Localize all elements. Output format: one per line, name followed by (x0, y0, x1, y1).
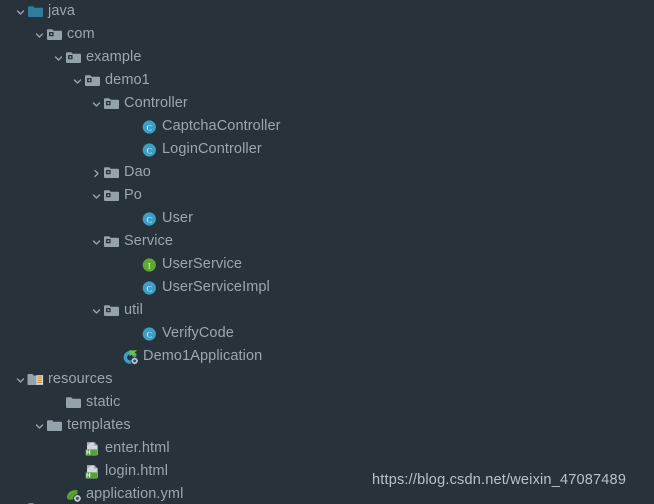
tree-row[interactable]: C VerifyCode (0, 322, 654, 345)
folder-gray-icon (46, 414, 63, 437)
file-tree[interactable]: javacomexampledemo1Controller C CaptchaCon… (0, 0, 654, 504)
java-class-icon: C (141, 115, 158, 138)
tree-row-label: Po (124, 184, 142, 207)
tree-row[interactable]: C CaptchaController (0, 115, 654, 138)
twisty-spacer (128, 322, 141, 345)
twisty-spacer (71, 460, 84, 483)
tree-row-label: UserService (162, 253, 242, 276)
chevron-down-icon[interactable] (90, 230, 103, 253)
svg-text:H: H (86, 450, 91, 457)
tree-row-label: login.html (105, 460, 168, 483)
folder-blue-icon (27, 0, 44, 23)
tree-row-label: VerifyCode (162, 322, 234, 345)
tree-row-label: Service (124, 230, 173, 253)
tree-row-label: Dao (124, 161, 151, 184)
folder-gray-icon (65, 391, 82, 414)
tree-row-label: resources (48, 368, 113, 391)
tree-row-label: static (86, 391, 120, 414)
package-icon (103, 230, 120, 253)
twisty-spacer (128, 115, 141, 138)
tree-row[interactable]: java (0, 0, 654, 23)
chevron-down-icon[interactable] (33, 414, 46, 437)
tree-row[interactable]: C LoginController (0, 138, 654, 161)
chevron-down-icon[interactable] (52, 46, 65, 69)
twisty-spacer (128, 253, 141, 276)
tree-row[interactable]: demo1 (0, 69, 654, 92)
tree-row[interactable]: Controller (0, 92, 654, 115)
svg-text:I: I (148, 261, 151, 270)
java-class-icon: C (141, 138, 158, 161)
tree-row[interactable]: resources (0, 368, 654, 391)
chevron-right-icon[interactable] (90, 161, 103, 184)
twisty-spacer (109, 345, 122, 368)
folder-gray-icon (27, 497, 44, 504)
tree-row[interactable]: util (0, 299, 654, 322)
twisty-spacer (128, 138, 141, 161)
java-class-icon: C (141, 207, 158, 230)
tree-row[interactable]: templates (0, 414, 654, 437)
java-class-icon: C (141, 276, 158, 299)
tree-row-label: templates (67, 414, 131, 437)
tree-row-label: LoginController (162, 138, 262, 161)
tree-row[interactable]: Po (0, 184, 654, 207)
tree-row[interactable]: Dao (0, 161, 654, 184)
chevron-down-icon[interactable] (14, 0, 27, 23)
tree-row[interactable]: Henter.html (0, 437, 654, 460)
chevron-down-icon[interactable] (33, 23, 46, 46)
svg-text:C: C (147, 215, 153, 224)
tree-row[interactable]: C UserServiceImpl (0, 276, 654, 299)
svg-text:C: C (147, 284, 153, 293)
package-icon (84, 69, 101, 92)
svg-text:C: C (147, 146, 153, 155)
html-file-icon: H (84, 460, 101, 483)
twisty-spacer (71, 437, 84, 460)
twisty-spacer (128, 276, 141, 299)
java-class-icon: C (141, 322, 158, 345)
tree-row-label: example (86, 46, 142, 69)
svg-text:C: C (147, 123, 153, 132)
twisty-spacer (52, 391, 65, 414)
tree-row[interactable]: Demo1Application (0, 345, 654, 368)
tree-bottom-clipped-row (0, 497, 654, 504)
tree-row-label: User (162, 207, 193, 230)
svg-text:C: C (147, 330, 153, 339)
package-icon (46, 23, 63, 46)
package-icon (65, 46, 82, 69)
resources-folder-icon (27, 368, 44, 391)
tree-row[interactable]: C User (0, 207, 654, 230)
tree-row-label: UserServiceImpl (162, 276, 270, 299)
chevron-down-icon[interactable] (90, 92, 103, 115)
tree-row-label: enter.html (105, 437, 170, 460)
tree-row-label: CaptchaController (162, 115, 281, 138)
package-icon (103, 92, 120, 115)
tree-row-label: Controller (124, 92, 188, 115)
watermark-url: https://blog.csdn.net/weixin_47087489 (372, 472, 626, 488)
html-file-icon: H (84, 437, 101, 460)
tree-row-label: Demo1Application (143, 345, 262, 368)
tree-row-label: com (67, 23, 95, 46)
chevron-down-icon[interactable] (90, 299, 103, 322)
tree-row[interactable]: com (0, 23, 654, 46)
spring-boot-app-icon (122, 345, 139, 368)
project-tree-panel: javacomexampledemo1Controller C CaptchaCon… (0, 0, 654, 504)
chevron-down-icon[interactable] (71, 69, 84, 92)
tree-row-label: java (48, 0, 75, 23)
tree-row-label: util (124, 299, 143, 322)
java-interface-icon: I (141, 253, 158, 276)
twisty-spacer (128, 207, 141, 230)
package-icon (103, 161, 120, 184)
package-icon (103, 299, 120, 322)
tree-row[interactable]: static (0, 391, 654, 414)
svg-text:H: H (86, 473, 91, 480)
chevron-down-icon[interactable] (90, 184, 103, 207)
tree-row[interactable]: Service (0, 230, 654, 253)
package-icon (103, 184, 120, 207)
chevron-down-icon[interactable] (14, 368, 27, 391)
tree-row[interactable]: I UserService (0, 253, 654, 276)
tree-row-label: demo1 (105, 69, 150, 92)
chevron-down-icon[interactable] (14, 497, 27, 504)
tree-row[interactable]: example (0, 46, 654, 69)
